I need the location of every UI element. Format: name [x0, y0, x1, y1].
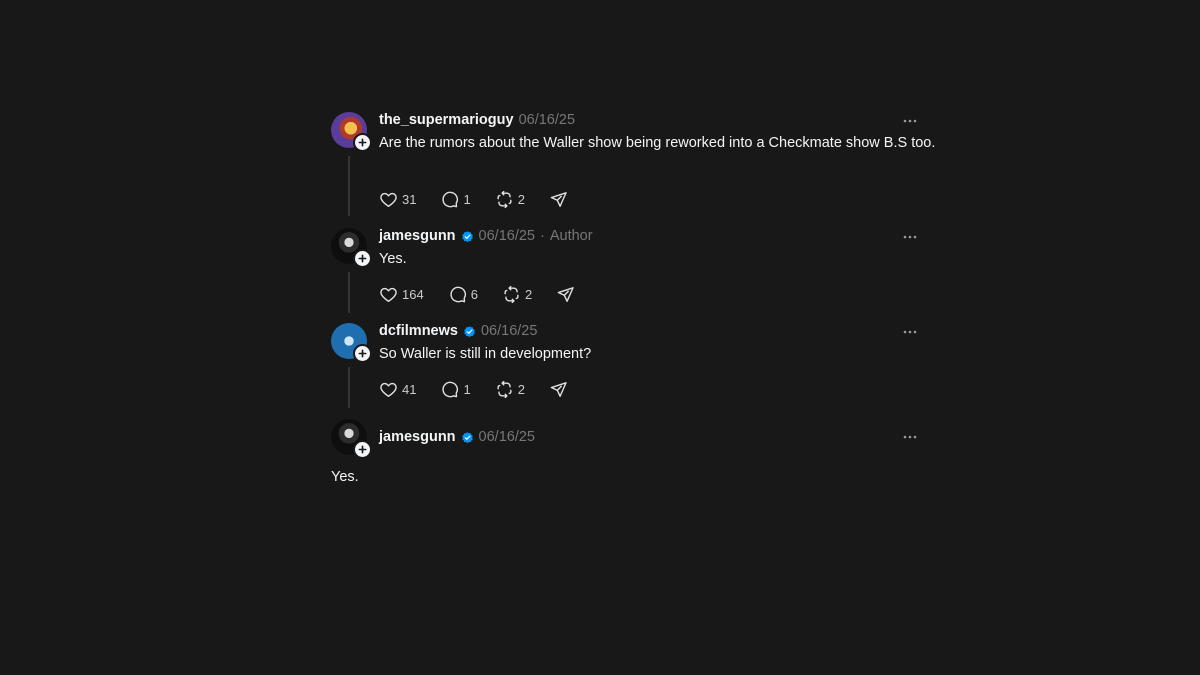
- post-text: Yes.: [331, 469, 359, 485]
- post-actions: 41 1 2: [379, 379, 568, 399]
- post-text: Yes.: [379, 251, 407, 267]
- post-date[interactable]: 06/16/25: [479, 429, 535, 445]
- share-button[interactable]: [549, 190, 568, 209]
- thread-line: [348, 156, 350, 216]
- like-count: 164: [402, 286, 424, 302]
- reply-count: 1: [463, 191, 471, 207]
- follow-plus-icon[interactable]: [353, 344, 372, 363]
- avatar[interactable]: [331, 419, 372, 459]
- avatar[interactable]: [331, 228, 372, 268]
- repost-button[interactable]: 2: [495, 190, 525, 209]
- comment-icon: [450, 286, 466, 302]
- reply-button[interactable]: 1: [440, 190, 471, 209]
- like-button[interactable]: 41: [379, 380, 416, 399]
- avatar[interactable]: [331, 323, 372, 363]
- username[interactable]: the_supermarioguy: [379, 112, 514, 128]
- repost-count: 2: [517, 191, 525, 207]
- repost-button[interactable]: 2: [502, 285, 532, 304]
- post-date[interactable]: 06/16/25: [519, 112, 575, 128]
- post-actions: 31 1 2: [379, 189, 568, 209]
- share-icon: [557, 286, 574, 302]
- avatar[interactable]: [331, 112, 372, 152]
- like-button[interactable]: 31: [379, 190, 416, 209]
- comment-icon: [442, 381, 459, 397]
- reply-count: 6: [470, 286, 478, 302]
- repost-icon: [504, 285, 519, 303]
- follow-plus-icon[interactable]: [353, 249, 372, 268]
- repost-icon: [497, 380, 512, 398]
- share-icon: [550, 191, 567, 207]
- heart-icon: [380, 287, 397, 302]
- verified-icon: [461, 431, 474, 444]
- more-icon[interactable]: [901, 228, 919, 246]
- repost-icon: [497, 190, 512, 208]
- post-date[interactable]: 06/16/25: [479, 228, 535, 244]
- like-button[interactable]: 164: [379, 285, 424, 304]
- username[interactable]: dcfilmnews: [379, 323, 458, 339]
- thread-line: [348, 272, 350, 313]
- post-date[interactable]: 06/16/25: [481, 323, 537, 339]
- share-button[interactable]: [549, 380, 568, 399]
- repost-count: 2: [524, 286, 533, 302]
- heart-icon: [380, 192, 397, 207]
- like-count: 41: [402, 381, 417, 397]
- share-icon: [550, 381, 567, 397]
- username[interactable]: jamesgunn: [379, 228, 456, 244]
- verified-icon: [463, 325, 476, 338]
- meta-separator: ·: [540, 228, 545, 244]
- comment-icon: [442, 191, 459, 207]
- verified-icon: [461, 230, 474, 243]
- more-icon[interactable]: [901, 428, 919, 446]
- like-count: 31: [402, 191, 417, 207]
- heart-icon: [380, 382, 397, 397]
- post-text: Are the rumors about the Waller show bei…: [379, 135, 936, 151]
- repost-button[interactable]: 2: [495, 380, 525, 399]
- more-icon[interactable]: [901, 112, 919, 130]
- post-text: So Waller is still in development?: [379, 346, 592, 362]
- reply-count: 1: [463, 381, 471, 397]
- author-tag: Author: [549, 228, 593, 244]
- thread-line: [348, 367, 350, 408]
- repost-count: 2: [517, 381, 525, 397]
- post-actions: 164 6 2: [379, 284, 575, 304]
- more-icon[interactable]: [901, 323, 919, 341]
- share-button[interactable]: [556, 285, 575, 304]
- follow-plus-icon[interactable]: [353, 440, 372, 459]
- reply-button[interactable]: 6: [448, 285, 478, 304]
- follow-plus-icon[interactable]: [353, 133, 372, 152]
- username[interactable]: jamesgunn: [379, 429, 456, 445]
- thread: the_supermarioguy 06/16/25 Are the rumor…: [331, 0, 935, 675]
- reply-button[interactable]: 1: [440, 380, 471, 399]
